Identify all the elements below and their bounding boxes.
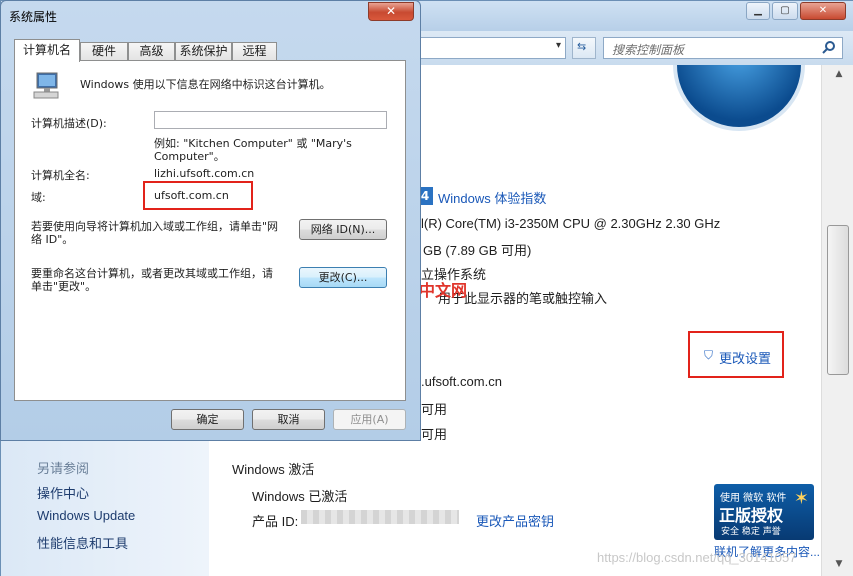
tab-hardware[interactable]: 硬件 [80,42,128,61]
scroll-down-icon[interactable]: ▼ [832,559,846,573]
computer-name-panel: Windows 使用以下信息在网络中标识这台计算机。 计算机描述(D): 例如:… [14,60,406,401]
left-link-windows-update[interactable]: Windows Update [37,508,135,523]
refresh-button[interactable]: ⇆ [572,37,596,59]
full-name-value: lizhi.ufsoft.com.cn [154,167,255,180]
experience-index-link[interactable]: Windows 体验指数 [438,188,546,207]
search-box[interactable]: 搜索控制面板 [603,37,843,59]
address-bar: ▾ ⇆ 搜索控制面板 [416,31,853,65]
network-id-button[interactable]: 网络 ID(N)... [299,219,387,240]
address-box[interactable]: ▾ [416,37,566,59]
cancel-button[interactable]: 取消 [252,409,325,430]
ok-button[interactable]: 确定 [171,409,244,430]
network-id-text: 若要使用向导将计算机加入域或工作组，请单击"网络 ID"。 [31,220,279,246]
maximize-button[interactable]: ▢ [772,2,798,20]
tab-remote[interactable]: 远程 [232,42,277,61]
computer-icon [33,72,59,99]
tab-system-protection[interactable]: 系统保护 [175,42,232,61]
scroll-up-icon[interactable]: ▲ [832,69,846,83]
dialog-close-button[interactable]: ✕ [368,2,414,21]
dropdown-icon: ▾ [555,40,561,51]
star-icon: ✶ [793,488,809,509]
tab-computer-name[interactable]: 计算机名 [14,39,80,62]
processor-value: l(R) Core(TM) i3-2350M CPU @ 2.30GHz 2.3… [421,216,721,231]
apply-button[interactable]: 应用(A) [333,409,406,430]
dialog-title: 系统属性 [9,10,58,24]
memory-value: GB (7.89 GB 可用) [423,243,532,258]
rename-text: 要重命名这台计算机，或者更改其域或工作组，请单击"更改"。 [31,267,273,293]
description-input[interactable] [154,111,387,129]
intro-text: Windows 使用以下信息在网络中标识这台计算机。 [80,78,331,91]
minimize-button[interactable]: ▁ [746,2,770,20]
windows-logo [673,65,805,131]
computer-description-value: 可用 [421,427,448,442]
example-text: 例如: "Kitchen Computer" 或 "Mary's Compute… [154,137,352,163]
watermark-text: https://blog.csdn.net/qq_30141057 [597,550,797,565]
change-settings-link[interactable]: 更改设置 [719,348,771,367]
shield-icon: ⛉ [704,348,714,362]
genuine-bottom-text: 安全 稳定 声誉 [721,527,781,537]
product-id-label: 产品 ID: [252,514,299,529]
activation-heading: Windows 激活 [232,462,315,477]
window-close-button[interactable]: ✕ [800,2,846,20]
workgroup-value: 可用 [421,402,448,417]
left-link-performance[interactable]: 性能信息和工具 [37,533,128,552]
system-properties-dialog: 系统属性 ✕ 计算机名 硬件 高级 系统保护 远程 Windows 使用以下信息… [0,0,421,441]
activation-status: Windows 已激活 [252,489,348,504]
vertical-scrollbar[interactable]: ▲ ▼ [821,65,853,576]
change-button[interactable]: 更改(C)... [299,267,387,288]
left-link-action-center[interactable]: 操作中心 [37,483,89,502]
refresh-icon: ⇆ [577,40,587,53]
domain-value: ufsoft.com.cn [154,189,229,202]
search-icon [822,41,835,54]
domain-label: 域: [31,191,46,204]
full-name-label: 计算机全名: [31,169,90,182]
search-placeholder: 搜索控制面板 [612,43,685,57]
domain-value: .ufsoft.com.cn [421,374,502,389]
scroll-thumb[interactable] [827,225,849,375]
genuine-badge: 使用 微软 软件 正版授权 安全 稳定 声誉 ✶ [714,484,814,540]
description-label: 计算机描述(D): [31,117,107,130]
tab-advanced[interactable]: 高级 [128,42,175,61]
php-logo-text: 中文网 [419,281,468,300]
see-also-heading: 另请参阅 [37,461,90,476]
product-id-blurred [301,510,459,524]
change-product-key-link[interactable]: 更改产品密钥 [476,511,554,530]
genuine-main-text: 正版授权 [719,506,784,525]
